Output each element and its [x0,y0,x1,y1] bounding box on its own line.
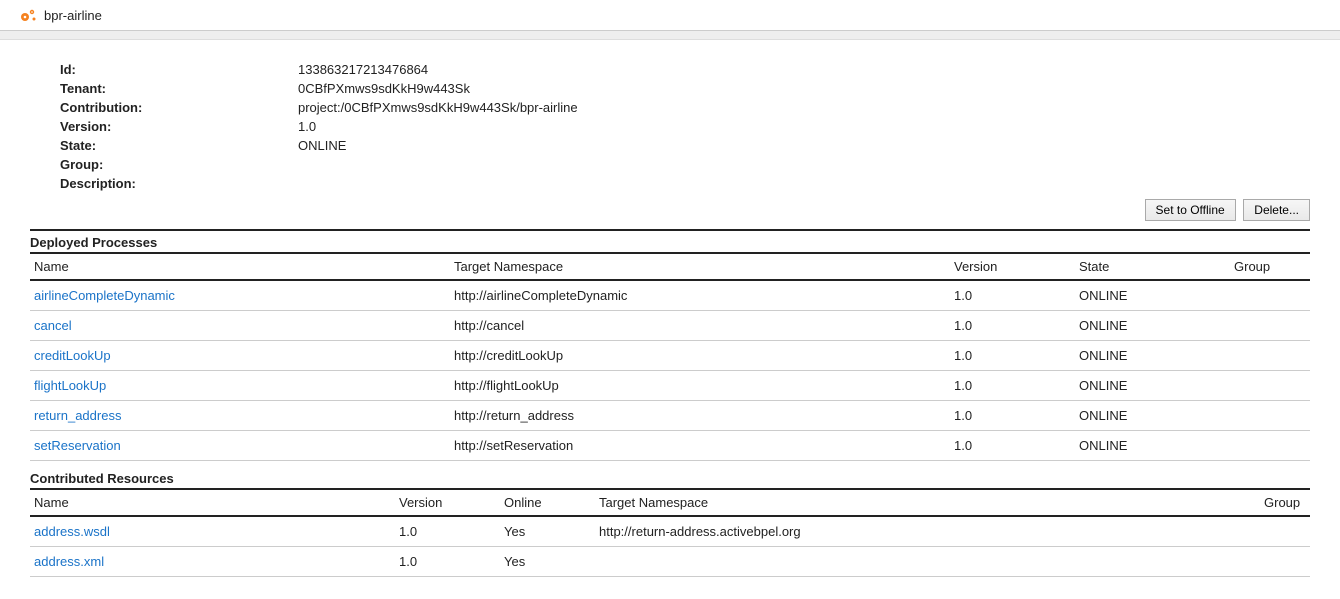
label-state: State: [60,136,298,155]
label-version: Version: [60,117,298,136]
process-link[interactable]: flightLookUp [34,378,106,393]
cell-group [1260,547,1310,577]
cell-target_ns: http://creditLookUp [450,341,950,371]
process-link[interactable]: airlineCompleteDynamic [34,288,175,303]
delete-button[interactable]: Delete... [1243,199,1310,221]
value-id: 133863217213476864 [298,60,578,79]
cell-version: 1.0 [950,280,1075,311]
cell-version: 1.0 [395,516,500,547]
col-name: Name [30,253,450,280]
col-group: Group [1260,489,1310,516]
value-description [298,174,578,193]
resource-link[interactable]: address.wsdl [34,524,110,539]
cell-state: ONLINE [1075,341,1230,371]
resource-link[interactable]: address.xml [34,554,104,569]
cell-online: Yes [500,547,595,577]
cell-group [1230,311,1310,341]
contributed-resources-table: Name Version Online Target Namespace Gro… [30,488,1310,577]
actions-bar: Set to Offline Delete... [30,193,1310,225]
value-state: ONLINE [298,136,578,155]
cell-version: 1.0 [395,547,500,577]
cell-version: 1.0 [950,371,1075,401]
cell-group [1230,280,1310,311]
col-target-ns: Target Namespace [595,489,1260,516]
contributed-resources-title: Contributed Resources [30,471,1310,486]
top-separator [0,31,1340,40]
cell-state: ONLINE [1075,280,1230,311]
process-link[interactable]: creditLookUp [34,348,111,363]
cell-version: 1.0 [950,401,1075,431]
label-id: Id: [60,60,298,79]
table-row: cancel http://cancel1.0ONLINE [30,311,1310,341]
label-contribution: Contribution: [60,98,298,117]
table-row: airlineCompleteDynamic http://airlineComp… [30,280,1310,311]
gears-icon [20,7,38,23]
cell-target_ns: http://return_address [450,401,950,431]
label-tenant: Tenant: [60,79,298,98]
table-row: address.wsdl 1.0Yeshttp://return-address.… [30,516,1310,547]
deployed-processes-title: Deployed Processes [30,235,1310,250]
table-row: address.xml 1.0Yes [30,547,1310,577]
cell-state: ONLINE [1075,371,1230,401]
page-title: bpr-airline [44,8,102,23]
cell-target_ns: http://setReservation [450,431,950,461]
cell-group [1230,341,1310,371]
col-target-ns: Target Namespace [450,253,950,280]
cell-online: Yes [500,516,595,547]
col-state: State [1075,253,1230,280]
cell-group [1230,371,1310,401]
col-name: Name [30,489,395,516]
details-panel: Id: 133863217213476864 Tenant: 0CBfPXmws… [30,40,1310,193]
cell-group [1260,516,1310,547]
cell-version: 1.0 [950,341,1075,371]
cell-target_ns: http://flightLookUp [450,371,950,401]
header-bar: bpr-airline [0,0,1340,31]
cell-group [1230,431,1310,461]
cell-target_ns: http://return-address.activebpel.org [595,516,1260,547]
cell-target_ns [595,547,1260,577]
set-offline-button[interactable]: Set to Offline [1145,199,1236,221]
table-row: creditLookUp http://creditLookUp1.0ONLINE [30,341,1310,371]
label-group: Group: [60,155,298,174]
cell-state: ONLINE [1075,401,1230,431]
label-description: Description: [60,174,298,193]
value-contribution: project:/0CBfPXmws9sdKkH9w443Sk/bpr-airl… [298,98,578,117]
table-row: flightLookUp http://flightLookUp1.0ONLINE [30,371,1310,401]
cell-version: 1.0 [950,431,1075,461]
deployed-processes-table: Name Target Namespace Version State Grou… [30,252,1310,461]
cell-target_ns: http://cancel [450,311,950,341]
col-group: Group [1230,253,1310,280]
value-version: 1.0 [298,117,578,136]
process-link[interactable]: return_address [34,408,121,423]
table-row: return_address http://return_address1.0ON… [30,401,1310,431]
section-divider [30,229,1310,231]
cell-group [1230,401,1310,431]
col-online: Online [500,489,595,516]
process-link[interactable]: cancel [34,318,72,333]
value-tenant: 0CBfPXmws9sdKkH9w443Sk [298,79,578,98]
table-row: setReservation http://setReservation1.0ON… [30,431,1310,461]
value-group [298,155,578,174]
cell-version: 1.0 [950,311,1075,341]
col-version: Version [395,489,500,516]
col-version: Version [950,253,1075,280]
cell-state: ONLINE [1075,311,1230,341]
process-link[interactable]: setReservation [34,438,121,453]
cell-target_ns: http://airlineCompleteDynamic [450,280,950,311]
cell-state: ONLINE [1075,431,1230,461]
